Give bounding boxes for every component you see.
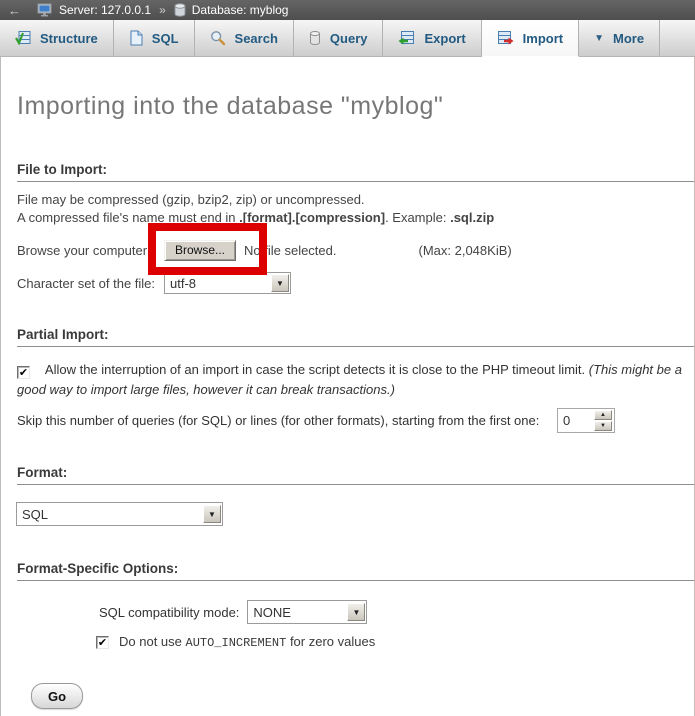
charset-select[interactable]: utf-8 ▼ [164, 272, 291, 294]
compression-info: File may be compressed (gzip, bzip2, zip… [17, 191, 694, 227]
tab-label: More [613, 31, 644, 46]
breadcrumb-separator: » [159, 3, 166, 17]
back-arrow-icon[interactable]: ← [8, 3, 21, 18]
tab-label: Export [424, 31, 465, 46]
allow-interruption-row: ✔ Allow the interruption of an import in… [17, 360, 689, 400]
skip-queries-row: Skip this number of queries (for SQL) or… [17, 407, 694, 433]
sql-compatibility-row: SQL compatibility mode: NONE ▼ [99, 600, 694, 624]
stepper-up-icon[interactable]: ▲ [594, 410, 612, 420]
tab-structure[interactable]: Structure [0, 20, 114, 56]
sql-compatibility-select[interactable]: NONE ▼ [247, 600, 367, 624]
sql-icon [129, 30, 143, 46]
chevron-down-icon: ▼ [594, 33, 604, 44]
allow-interruption-checkbox[interactable]: ✔ [17, 366, 30, 379]
tab-label: Search [235, 31, 278, 46]
stepper-down-icon[interactable]: ▼ [594, 421, 612, 431]
import-page: Importing into the database "myblog" Fil… [0, 57, 695, 716]
database-icon [174, 3, 186, 17]
name-rule-prefix: A compressed file's name must end in [17, 210, 239, 225]
section-heading-format: Format: [17, 465, 694, 485]
dropdown-arrow-icon[interactable]: ▼ [203, 505, 221, 523]
charset-selected-value: utf-8 [165, 276, 196, 291]
name-rule-mid: . Example: [385, 210, 450, 225]
auto-increment-checkbox[interactable]: ✔ [96, 636, 109, 649]
page-title: Importing into the database "myblog" [17, 57, 694, 121]
format-selected-value: SQL [17, 507, 48, 522]
name-rule-format: .[format].[compression] [239, 210, 385, 225]
auto-increment-label: Do not use AUTO_INCREMENT for zero value… [119, 634, 375, 650]
no-file-selected-text: No file selected. [244, 243, 337, 258]
export-icon [398, 30, 415, 46]
server-icon [37, 3, 53, 17]
tab-label: SQL [152, 31, 179, 46]
tab-label: Import [523, 31, 563, 46]
tab-bar: Structure SQL Search Query Export [0, 20, 695, 57]
tab-sql[interactable]: SQL [114, 20, 195, 56]
dropdown-arrow-icon[interactable]: ▼ [347, 603, 365, 621]
tab-import[interactable]: Import [482, 20, 579, 57]
structure-icon [15, 30, 31, 46]
import-icon [497, 30, 514, 46]
charset-label: Character set of the file: [17, 276, 164, 291]
browse-label: Browse your computer: [17, 243, 164, 258]
sql-compatibility-label: SQL compatibility mode: [99, 605, 239, 620]
max-size-text: (Max: 2,048KiB) [419, 243, 512, 258]
go-button[interactable]: Go [31, 683, 83, 709]
charset-row: Character set of the file: utf-8 ▼ [17, 271, 694, 295]
skip-queries-input[interactable] [558, 413, 588, 428]
browse-row: Browse your computer: Browse... No file … [17, 239, 694, 261]
tab-label: Query [330, 31, 368, 46]
dropdown-arrow-icon[interactable]: ▼ [271, 274, 289, 292]
tab-export[interactable]: Export [383, 20, 481, 56]
skip-queries-label: Skip this number of queries (for SQL) or… [17, 413, 557, 428]
auto-increment-code: AUTO_INCREMENT [186, 636, 287, 650]
name-rule-example: .sql.zip [450, 210, 494, 225]
skip-queries-stepper[interactable]: ▲ ▼ [557, 408, 615, 433]
section-heading-file-to-import: File to Import: [17, 162, 694, 182]
stepper-buttons: ▲ ▼ [594, 410, 612, 431]
breadcrumb-bar: ← Server: 127.0.0.1 » Database: myblog [0, 0, 695, 20]
tab-label: Structure [40, 31, 98, 46]
sql-compatibility-value: NONE [248, 605, 291, 620]
auto-increment-row: ✔ Do not use AUTO_INCREMENT for zero val… [96, 634, 694, 650]
tab-query[interactable]: Query [294, 20, 384, 56]
breadcrumb-server[interactable]: Server: 127.0.0.1 [59, 3, 151, 17]
search-icon [210, 30, 226, 46]
allow-interruption-text: Allow the interruption of an import in c… [45, 362, 589, 377]
section-heading-partial-import: Partial Import: [17, 327, 694, 347]
breadcrumb-database[interactable]: Database: myblog [192, 3, 289, 17]
format-select[interactable]: SQL ▼ [16, 502, 223, 526]
compression-line: File may be compressed (gzip, bzip2, zip… [17, 192, 365, 207]
section-heading-format-options: Format-Specific Options: [17, 561, 694, 581]
tab-more[interactable]: ▼ More [579, 20, 660, 56]
tab-search[interactable]: Search [195, 20, 294, 56]
browse-button[interactable]: Browse... [164, 240, 236, 261]
query-icon [309, 30, 321, 46]
